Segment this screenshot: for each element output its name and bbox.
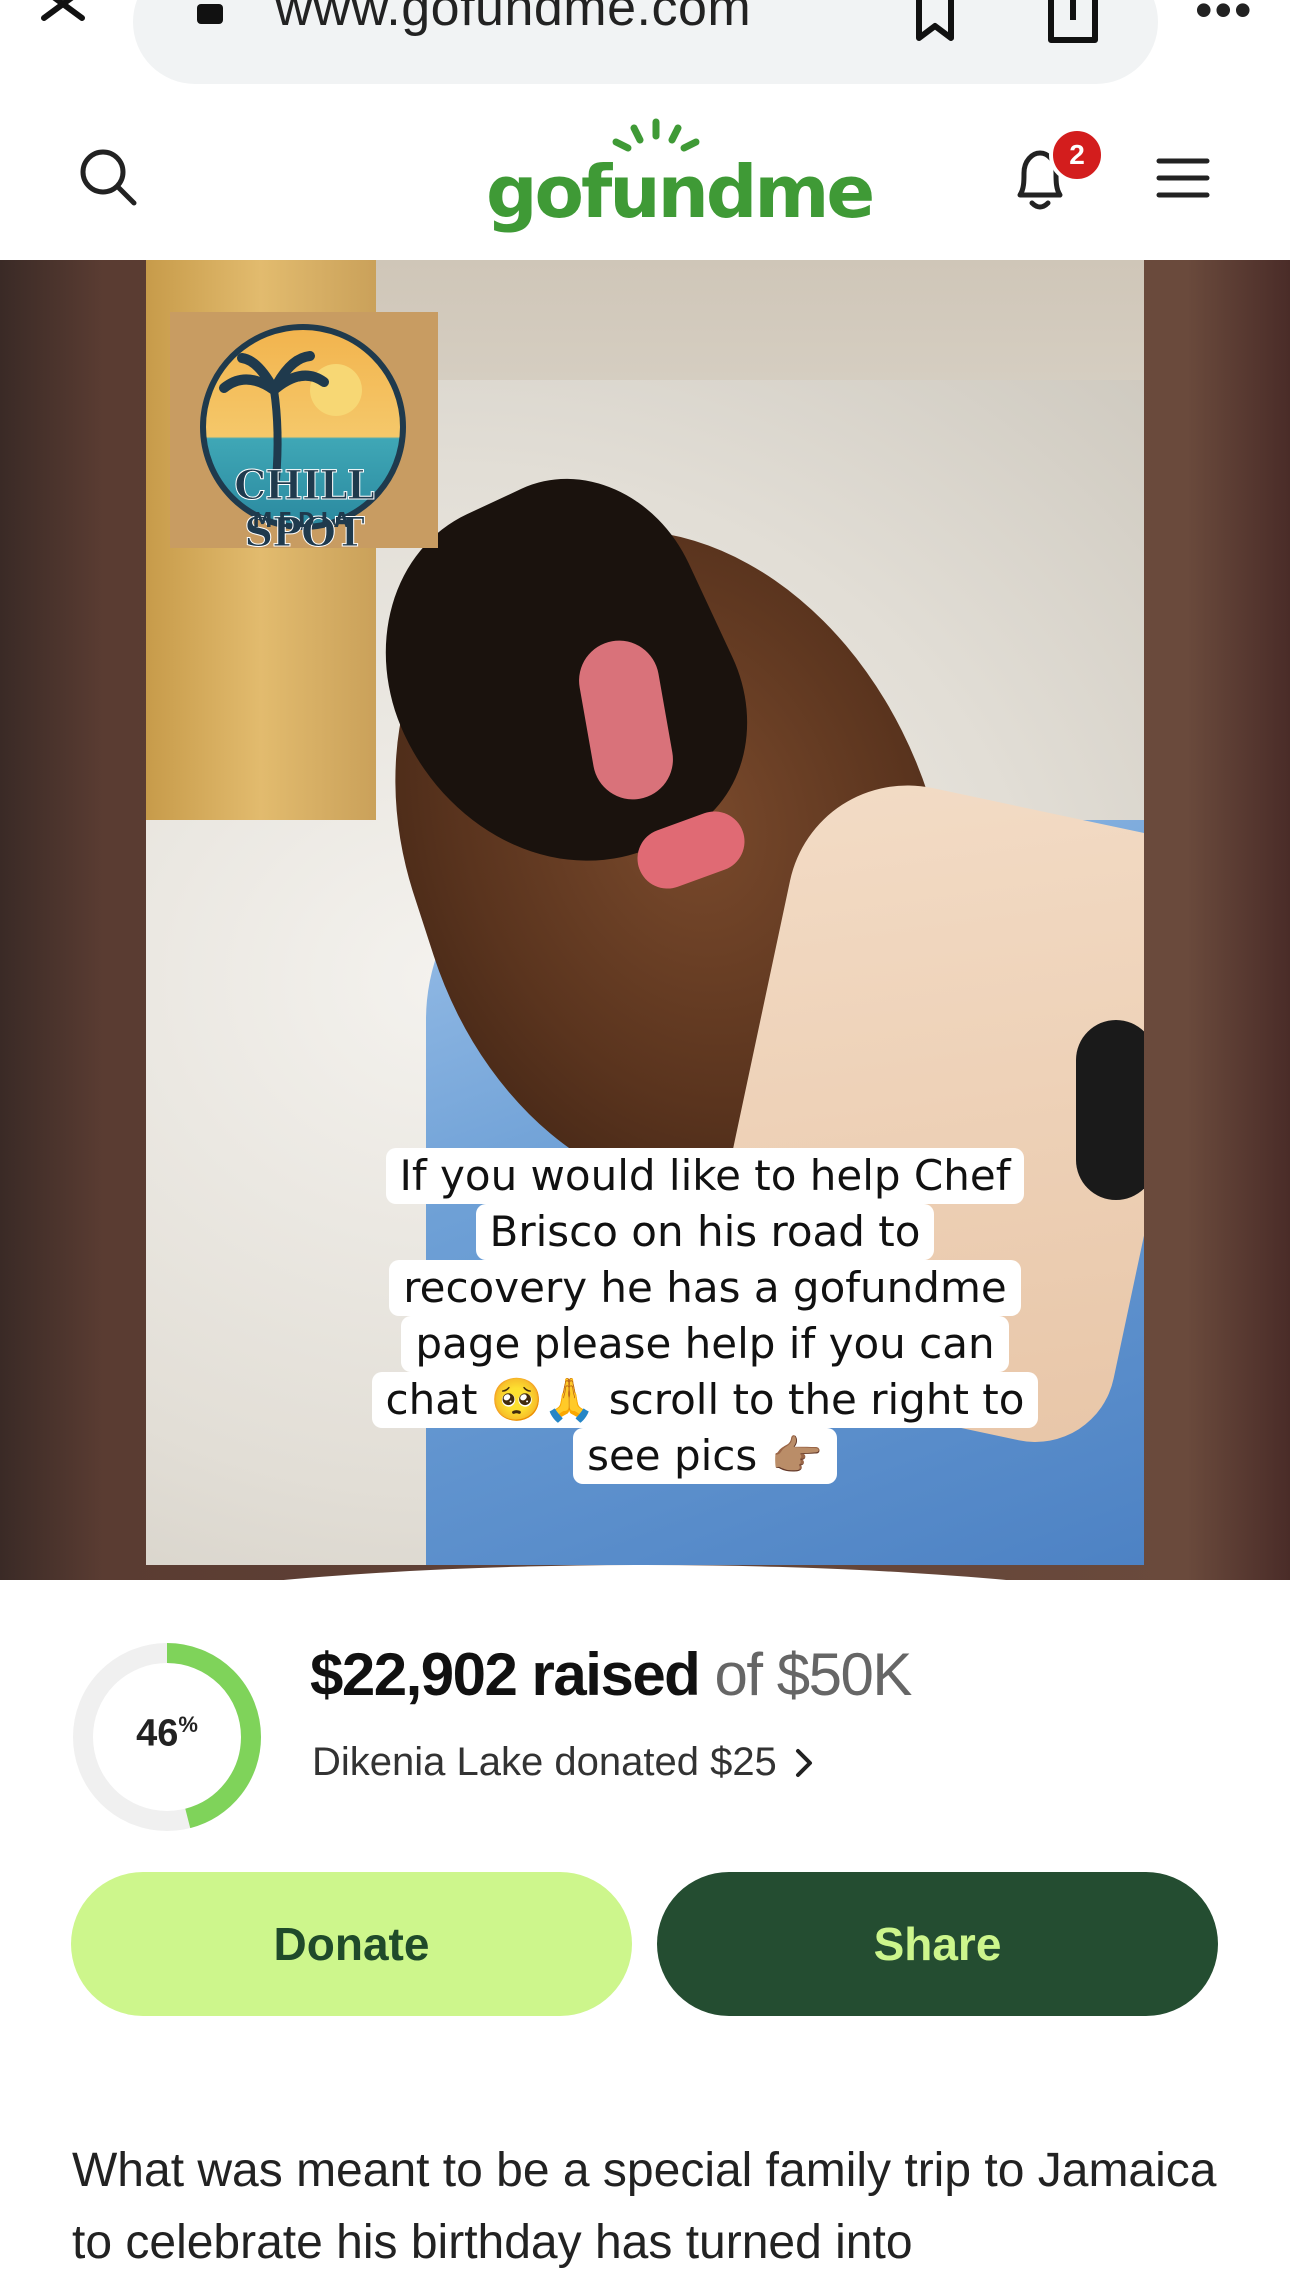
search-icon[interactable] — [78, 147, 138, 207]
lock-icon — [197, 4, 223, 24]
logo-wordmark: gofundme — [486, 150, 875, 234]
donate-button[interactable]: Donate — [71, 1872, 632, 2016]
brand-subtitle: MEDIA — [252, 508, 356, 532]
amount-raised: $22,902 raised of $50K — [310, 1640, 913, 1709]
browser-toolbar: www.gofundme.com ••• — [0, 0, 1290, 95]
progress-percent: 46% — [136, 1712, 198, 1755]
caption-line: page please help if you can — [401, 1316, 1009, 1372]
caption-line: recovery he has a gofundme — [389, 1260, 1021, 1316]
site-header: gofundme 2 — [0, 95, 1290, 260]
recent-donation-text: Dikenia Lake donated $25 — [312, 1740, 777, 1784]
caption-line: see pics 👉🏽 — [573, 1428, 837, 1484]
caption-line: chat 🥺🙏 scroll to the right to — [371, 1372, 1039, 1428]
caption-line: If you would like to help Chef — [385, 1148, 1025, 1204]
hamburger-menu-icon[interactable] — [1155, 155, 1211, 201]
share-page-icon[interactable] — [1045, 0, 1101, 46]
goal-amount: of $50K — [714, 1641, 913, 1708]
bookmark-icon[interactable] — [915, 0, 955, 44]
caption-line: Brisco on his road to — [475, 1204, 935, 1260]
close-icon[interactable] — [38, 0, 98, 40]
gofundme-logo[interactable]: gofundme — [486, 118, 875, 234]
share-button[interactable]: Share — [657, 1872, 1218, 2016]
notification-badge[interactable]: 2 — [1049, 127, 1105, 183]
chevron-right-icon — [795, 1749, 812, 1777]
url-text[interactable]: www.gofundme.com — [275, 0, 751, 38]
progress-ring: 46% — [70, 1640, 264, 1834]
recent-donation-link[interactable]: Dikenia Lake donated $25 — [312, 1740, 816, 1785]
more-options-icon[interactable]: ••• — [1195, 0, 1254, 35]
campaign-story-text: What was meant to be a special family tr… — [72, 2144, 1217, 2269]
image-caption: If you would like to help Chef Brisco on… — [370, 1148, 1040, 1484]
raised-amount: $22,902 raised — [310, 1641, 701, 1708]
chill-spot-media-logo: CHILL SPOT MEDIA — [170, 312, 438, 557]
photo-neck-brace-hole — [1076, 1020, 1144, 1200]
